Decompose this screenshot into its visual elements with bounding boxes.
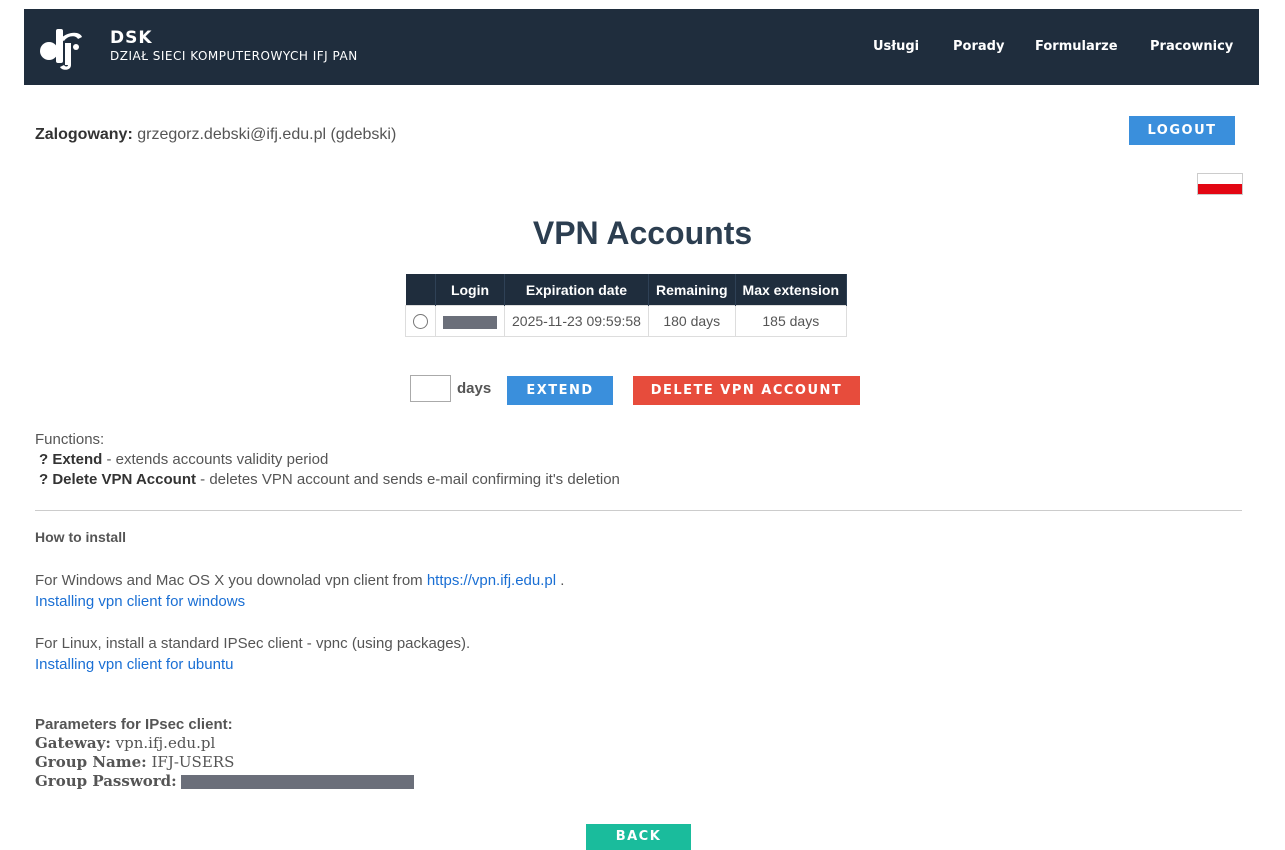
nav-porady[interactable]: Porady [953,39,1004,54]
max-extension-cell: 185 days [734,305,848,337]
expiration-cell: 2025-11-23 09:59:58 [504,305,649,337]
function-extend: ? Extend - extends accounts validity per… [35,450,620,470]
params-heading: Parameters for IPsec client: [35,716,233,733]
group-password-line: Group Password: [35,772,415,791]
linux-text: For Linux, install a standard IPSec clie… [35,635,471,652]
gateway-label: Gateway: [35,734,111,752]
ifj-logo-icon[interactable] [38,25,84,71]
header-max-extension: Max extension [735,274,848,306]
delete-vpn-account-button[interactable]: DELETE VPN ACCOUNT [633,376,860,405]
function-extend-desc: - extends accounts validity period [102,451,329,468]
linux-install: For Linux, install a standard IPSec clie… [35,633,470,675]
page-title: VPN Accounts [532,215,753,251]
days-input[interactable] [410,375,451,402]
functions-heading: Functions: [35,431,105,448]
table-row: 2025-11-23 09:59:58 180 days 185 days [405,305,848,337]
logout-button[interactable]: LOGOUT [1129,116,1235,145]
gateway-value: vpn.ifj.edu.pl [115,734,216,752]
header-select [405,274,436,306]
polish-flag-icon[interactable] [1197,173,1243,195]
nav-uslugi[interactable]: Usługi [873,39,919,54]
gateway-line: Gateway: vpn.ifj.edu.pl [35,734,414,753]
table-header-row: Login Expiration date Remaining Max exte… [405,274,848,306]
remaining-cell: 180 days [647,305,736,337]
windows-guide-link[interactable]: Installing vpn client for windows [35,593,245,610]
login-redacted [443,315,497,329]
ipsec-parameters: Parameters for IPsec client: Gateway: vp… [35,715,415,791]
function-delete: ? Delete VPN Account - deletes VPN accou… [35,470,620,490]
nav-pracownicy[interactable]: Pracownicy [1150,39,1233,54]
nav-formularze[interactable]: Formularze [1035,39,1118,54]
function-delete-desc: - deletes VPN account and sends e-mail c… [195,471,620,488]
divider [35,510,1242,511]
logged-in-user: Zalogowany: grzegorz.debski@ifj.edu.pl (… [35,126,396,144]
top-bar: DSK DZIAŁ SIECI KOMPUTEROWYCH IFJ PAN Us… [0,0,1285,85]
group-password-redacted [181,775,415,789]
login-cell [435,305,505,337]
back-button[interactable]: BACK [586,824,691,850]
how-to-install-heading: How to install [35,529,126,545]
account-radio[interactable] [413,314,428,330]
group-name-value: IFJ-USERS [151,753,235,771]
function-extend-name: ? Extend [39,451,103,468]
header-login: Login [435,274,505,306]
navbar: DSK DZIAŁ SIECI KOMPUTEROWYCH IFJ PAN Us… [24,9,1259,85]
vpn-accounts-table: Login Expiration date Remaining Max exte… [405,274,848,337]
ubuntu-guide-link[interactable]: Installing vpn client for ubuntu [35,656,233,673]
windows-after: . [556,572,565,589]
logged-user: grzegorz.debski@ifj.edu.pl (gdebski) [137,126,397,143]
vpn-download-link[interactable]: https://vpn.ifj.edu.pl [427,572,556,589]
header-remaining: Remaining [648,274,736,306]
brand-title: DSK [110,28,153,48]
windows-text: For Windows and Mac OS X you downolad vp… [35,572,427,589]
logged-label: Zalogowany: [35,126,133,143]
group-password-label: Group Password: [35,772,177,790]
extend-button[interactable]: EXTEND [507,376,613,405]
days-label: days [457,380,492,397]
functions-section: Functions: ? Extend - extends accounts v… [35,430,620,490]
group-name-line: Group Name: IFJ-USERS [35,753,414,772]
select-cell [405,305,436,337]
function-delete-name: ? Delete VPN Account [39,471,196,488]
windows-install: For Windows and Mac OS X you downolad vp… [35,570,564,612]
brand-subtitle: DZIAŁ SIECI KOMPUTEROWYCH IFJ PAN [110,49,358,63]
group-name-label: Group Name: [35,753,147,771]
header-expiration: Expiration date [504,274,649,306]
